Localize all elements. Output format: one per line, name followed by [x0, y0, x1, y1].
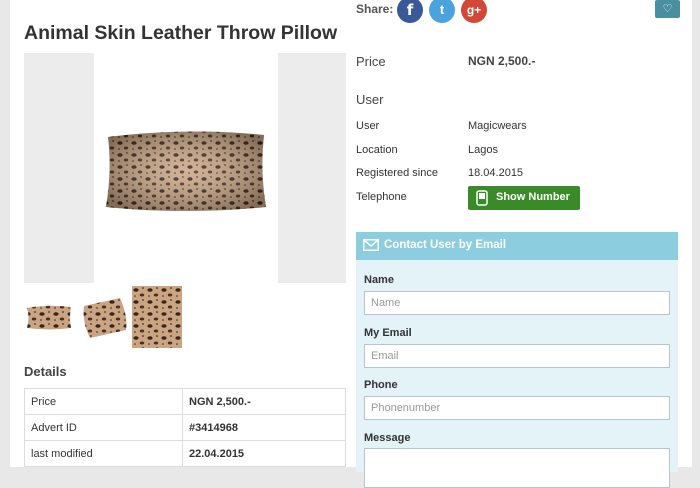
thumbnail-1[interactable]	[24, 286, 74, 348]
pillow-image	[106, 131, 266, 211]
envelope-icon	[363, 239, 379, 251]
email-input[interactable]	[364, 344, 670, 368]
details-label: Advert ID	[24, 414, 183, 441]
email-label: My Email	[364, 327, 412, 339]
telephone-label: Telephone	[356, 191, 407, 203]
page: Animal Skin Leather Throw Pillow Details…	[10, 0, 692, 488]
price-label: Price	[356, 54, 386, 69]
google-plus-icon[interactable]: g+	[461, 0, 487, 23]
location-label: Location	[356, 144, 398, 156]
table-row: last modified 22.04.2015	[24, 440, 346, 467]
thumbnail-2[interactable]	[80, 286, 130, 348]
user-label: User	[356, 120, 380, 132]
contact-panel: Contact User by Email Name My Email Phon…	[356, 232, 678, 488]
message-label: Message	[364, 432, 411, 444]
user-value: Magicwears	[468, 120, 527, 132]
heart-icon[interactable]: ♡	[655, 0, 680, 18]
phone-input[interactable]	[364, 396, 670, 420]
phone-icon	[476, 190, 488, 206]
message-textarea[interactable]	[364, 448, 670, 488]
facebook-icon[interactable]: f	[397, 0, 423, 23]
main-product-image[interactable]	[24, 53, 346, 283]
registered-value: 18.04.2015	[468, 167, 524, 179]
twitter-icon[interactable]: t	[429, 0, 455, 23]
show-number-button[interactable]: Show Number	[468, 186, 580, 210]
details-value: NGN 2,500.-	[182, 388, 346, 415]
share-label: Share:	[356, 2, 394, 16]
show-number-label: Show Number	[496, 191, 570, 203]
details-value: 22.04.2015	[182, 440, 346, 467]
registered-label: Registered since	[356, 167, 438, 179]
name-label: Name	[364, 274, 394, 286]
contact-header: Contact User by Email	[356, 232, 678, 260]
details-value: #3414968	[182, 414, 346, 441]
user-heading: User	[356, 92, 384, 107]
phone-label: Phone	[364, 379, 398, 391]
location-value: Lagos	[468, 144, 498, 156]
details-table: Price NGN 2,500.- Advert ID #3414968 las…	[24, 388, 346, 467]
details-label: last modified	[24, 440, 183, 467]
product-title: Animal Skin Leather Throw Pillow	[24, 22, 338, 44]
details-label: Price	[24, 388, 183, 415]
thumbnail-3[interactable]	[132, 286, 182, 348]
name-input[interactable]	[364, 291, 670, 315]
price-value: NGN 2,500.-	[468, 54, 536, 68]
details-heading: Details	[24, 364, 67, 379]
contact-heading: Contact User by Email	[384, 239, 507, 251]
table-row: Advert ID #3414968	[24, 414, 346, 441]
table-row: Price NGN 2,500.-	[24, 388, 346, 415]
